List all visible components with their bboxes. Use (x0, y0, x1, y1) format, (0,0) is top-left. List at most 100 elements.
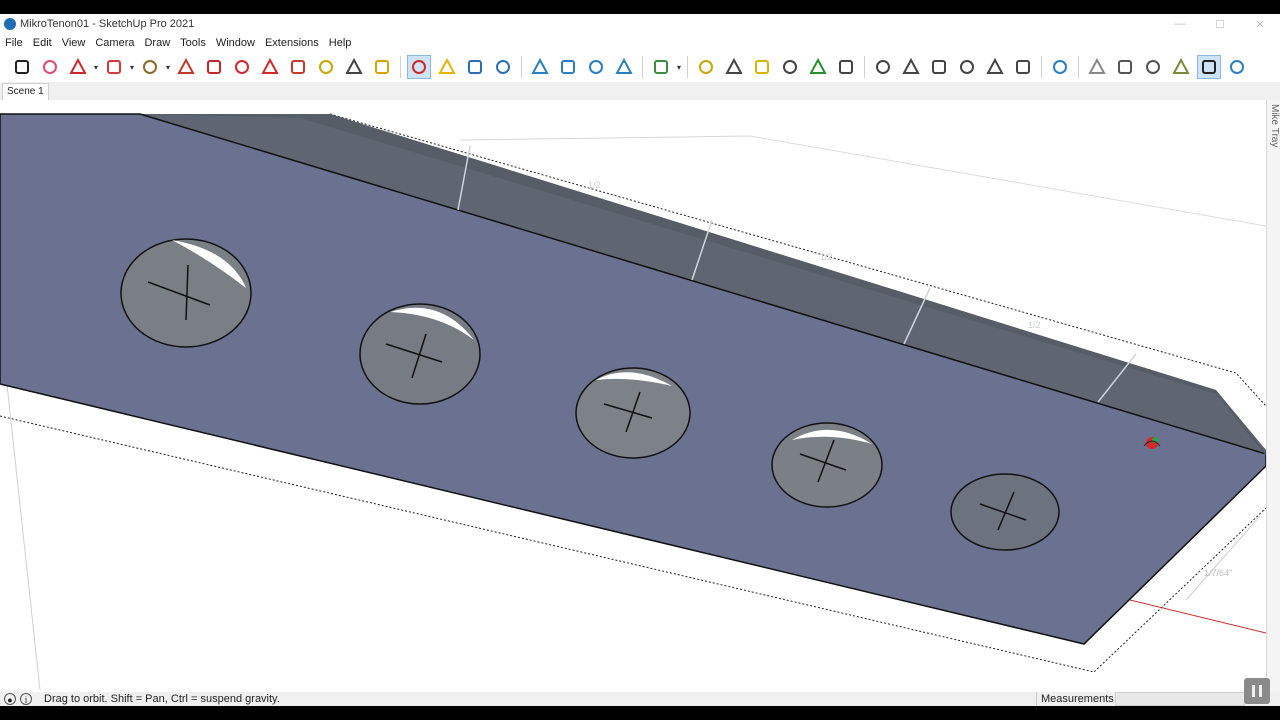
menu-file[interactable]: File (0, 37, 28, 49)
drill-hole-4 (771, 422, 883, 508)
zoom-tool[interactable] (463, 55, 487, 79)
cube-texture-icon (1202, 60, 1216, 74)
pan-tool[interactable] (435, 55, 459, 79)
follow-me-icon (207, 60, 221, 74)
info-icon[interactable]: i (20, 693, 32, 705)
pencil-icon (69, 58, 87, 74)
left-house-icon (1016, 60, 1030, 74)
dimension-line (459, 135, 751, 141)
menu-view[interactable]: View (57, 37, 91, 49)
dimension-label: 1/2 (820, 252, 833, 262)
move-icon (235, 60, 249, 74)
xray-tool[interactable] (528, 55, 552, 79)
cube-mono-icon (1230, 60, 1244, 74)
axes-tool[interactable] (806, 55, 830, 79)
target-icon (531, 58, 549, 74)
geo-tool[interactable] (649, 55, 673, 79)
orbit-tool[interactable] (407, 55, 431, 79)
right-view[interactable] (955, 55, 979, 79)
back-edges-style[interactable] (1085, 55, 1109, 79)
shaded-textures-style[interactable] (1197, 55, 1221, 79)
walk-icon (839, 60, 853, 74)
walk-tool[interactable] (834, 55, 858, 79)
pencil-tool-dropdown[interactable]: ▾ (92, 63, 100, 72)
zoom-extents-tool[interactable] (491, 55, 515, 79)
default-tray[interactable]: Mike Tray (1266, 100, 1280, 692)
wireframe-style[interactable] (1113, 55, 1137, 79)
toolbar-separator (642, 56, 643, 78)
menu-bar: File Edit View Camera Draw Tools Window … (0, 34, 1280, 52)
arc-tool-dropdown[interactable]: ▾ (128, 63, 136, 72)
rotate-tool[interactable] (258, 55, 282, 79)
dimension-label: 1/7/64" (1204, 568, 1232, 578)
select-tool[interactable] (10, 55, 34, 79)
menu-camera[interactable]: Camera (90, 37, 139, 49)
section-cuts-tool[interactable] (612, 55, 636, 79)
protractor-tool[interactable] (722, 55, 746, 79)
3d-text-tool[interactable] (778, 55, 802, 79)
model-viewport[interactable]: 1/2 1/2 1/2 1/7/64" (0, 100, 1266, 692)
front-house-icon (932, 60, 946, 74)
orbit-icon (412, 60, 426, 74)
scale-icon (291, 60, 305, 74)
circle-tool[interactable] (138, 55, 162, 79)
text-tool[interactable] (342, 55, 366, 79)
section-display-tool[interactable] (584, 55, 608, 79)
xray-style[interactable] (1048, 55, 1072, 79)
measurements-input[interactable] (1115, 692, 1245, 706)
back-house-icon (986, 58, 1004, 74)
text-icon (345, 58, 363, 74)
cube-hidden-icon (1146, 60, 1160, 74)
tab-scene-1[interactable]: Scene 1 (2, 83, 49, 100)
menu-window[interactable]: Window (211, 37, 260, 49)
eraser-tool[interactable] (38, 55, 62, 79)
scale-tool[interactable] (286, 55, 310, 79)
front-view[interactable] (927, 55, 951, 79)
cube-shaded-icon (1172, 58, 1190, 74)
sketchup-logo-icon (4, 18, 16, 30)
close-button[interactable]: ✕ (1240, 14, 1280, 34)
top-view[interactable] (899, 55, 923, 79)
dimension-tool[interactable] (694, 55, 718, 79)
move-tool[interactable] (230, 55, 254, 79)
back-view[interactable] (983, 55, 1007, 79)
geo-location-icon[interactable]: ● (4, 693, 16, 705)
push-pull-tool[interactable] (174, 55, 198, 79)
monochrome-style[interactable] (1225, 55, 1249, 79)
maximize-button[interactable]: ☐ (1200, 14, 1240, 34)
status-bar: ● i Drag to orbit. Shift = Pan, Ctrl = s… (0, 678, 1280, 706)
cube-xray-icon (1053, 60, 1067, 74)
paint-bucket-tool[interactable] (370, 55, 394, 79)
shaded-style[interactable] (1169, 55, 1193, 79)
drill-hole-1 (120, 238, 252, 348)
toolbar-separator (1041, 56, 1042, 78)
zoom-extents-icon (496, 60, 510, 74)
section-plane-tool[interactable] (556, 55, 580, 79)
hidden-line-style[interactable] (1141, 55, 1165, 79)
menu-draw[interactable]: Draw (139, 37, 175, 49)
left-view[interactable] (1011, 55, 1035, 79)
menu-help[interactable]: Help (324, 37, 357, 49)
tape-measure-tool[interactable] (314, 55, 338, 79)
title-bar: MikroTenon01 - SketchUp Pro 2021 — ☐ ✕ (0, 14, 1280, 34)
toolbar-separator (864, 56, 865, 78)
minimize-button[interactable]: — (1160, 14, 1200, 34)
arc-tool[interactable] (102, 55, 126, 79)
iso-view[interactable] (871, 55, 895, 79)
menu-edit[interactable]: Edit (28, 37, 57, 49)
menu-tools[interactable]: Tools (175, 37, 211, 49)
pause-button[interactable] (1244, 678, 1270, 704)
toolbar-separator (687, 56, 688, 78)
cube-wire-icon (1118, 60, 1132, 74)
pencil-tool[interactable] (66, 55, 90, 79)
geo-tool-dropdown[interactable]: ▾ (675, 63, 683, 72)
model-canvas[interactable]: 1/2 1/2 1/2 1/7/64" (0, 100, 1266, 692)
measurements-label: Measurements (1036, 692, 1114, 706)
eraser-icon (43, 60, 57, 74)
follow-me-tool[interactable] (202, 55, 226, 79)
rotate-icon (261, 58, 279, 74)
circle-tool-dropdown[interactable]: ▾ (164, 63, 172, 72)
measure-tool[interactable] (750, 55, 774, 79)
menu-extensions[interactable]: Extensions (260, 37, 324, 49)
scene-tabs-bar: Scene 1 (0, 82, 1280, 100)
